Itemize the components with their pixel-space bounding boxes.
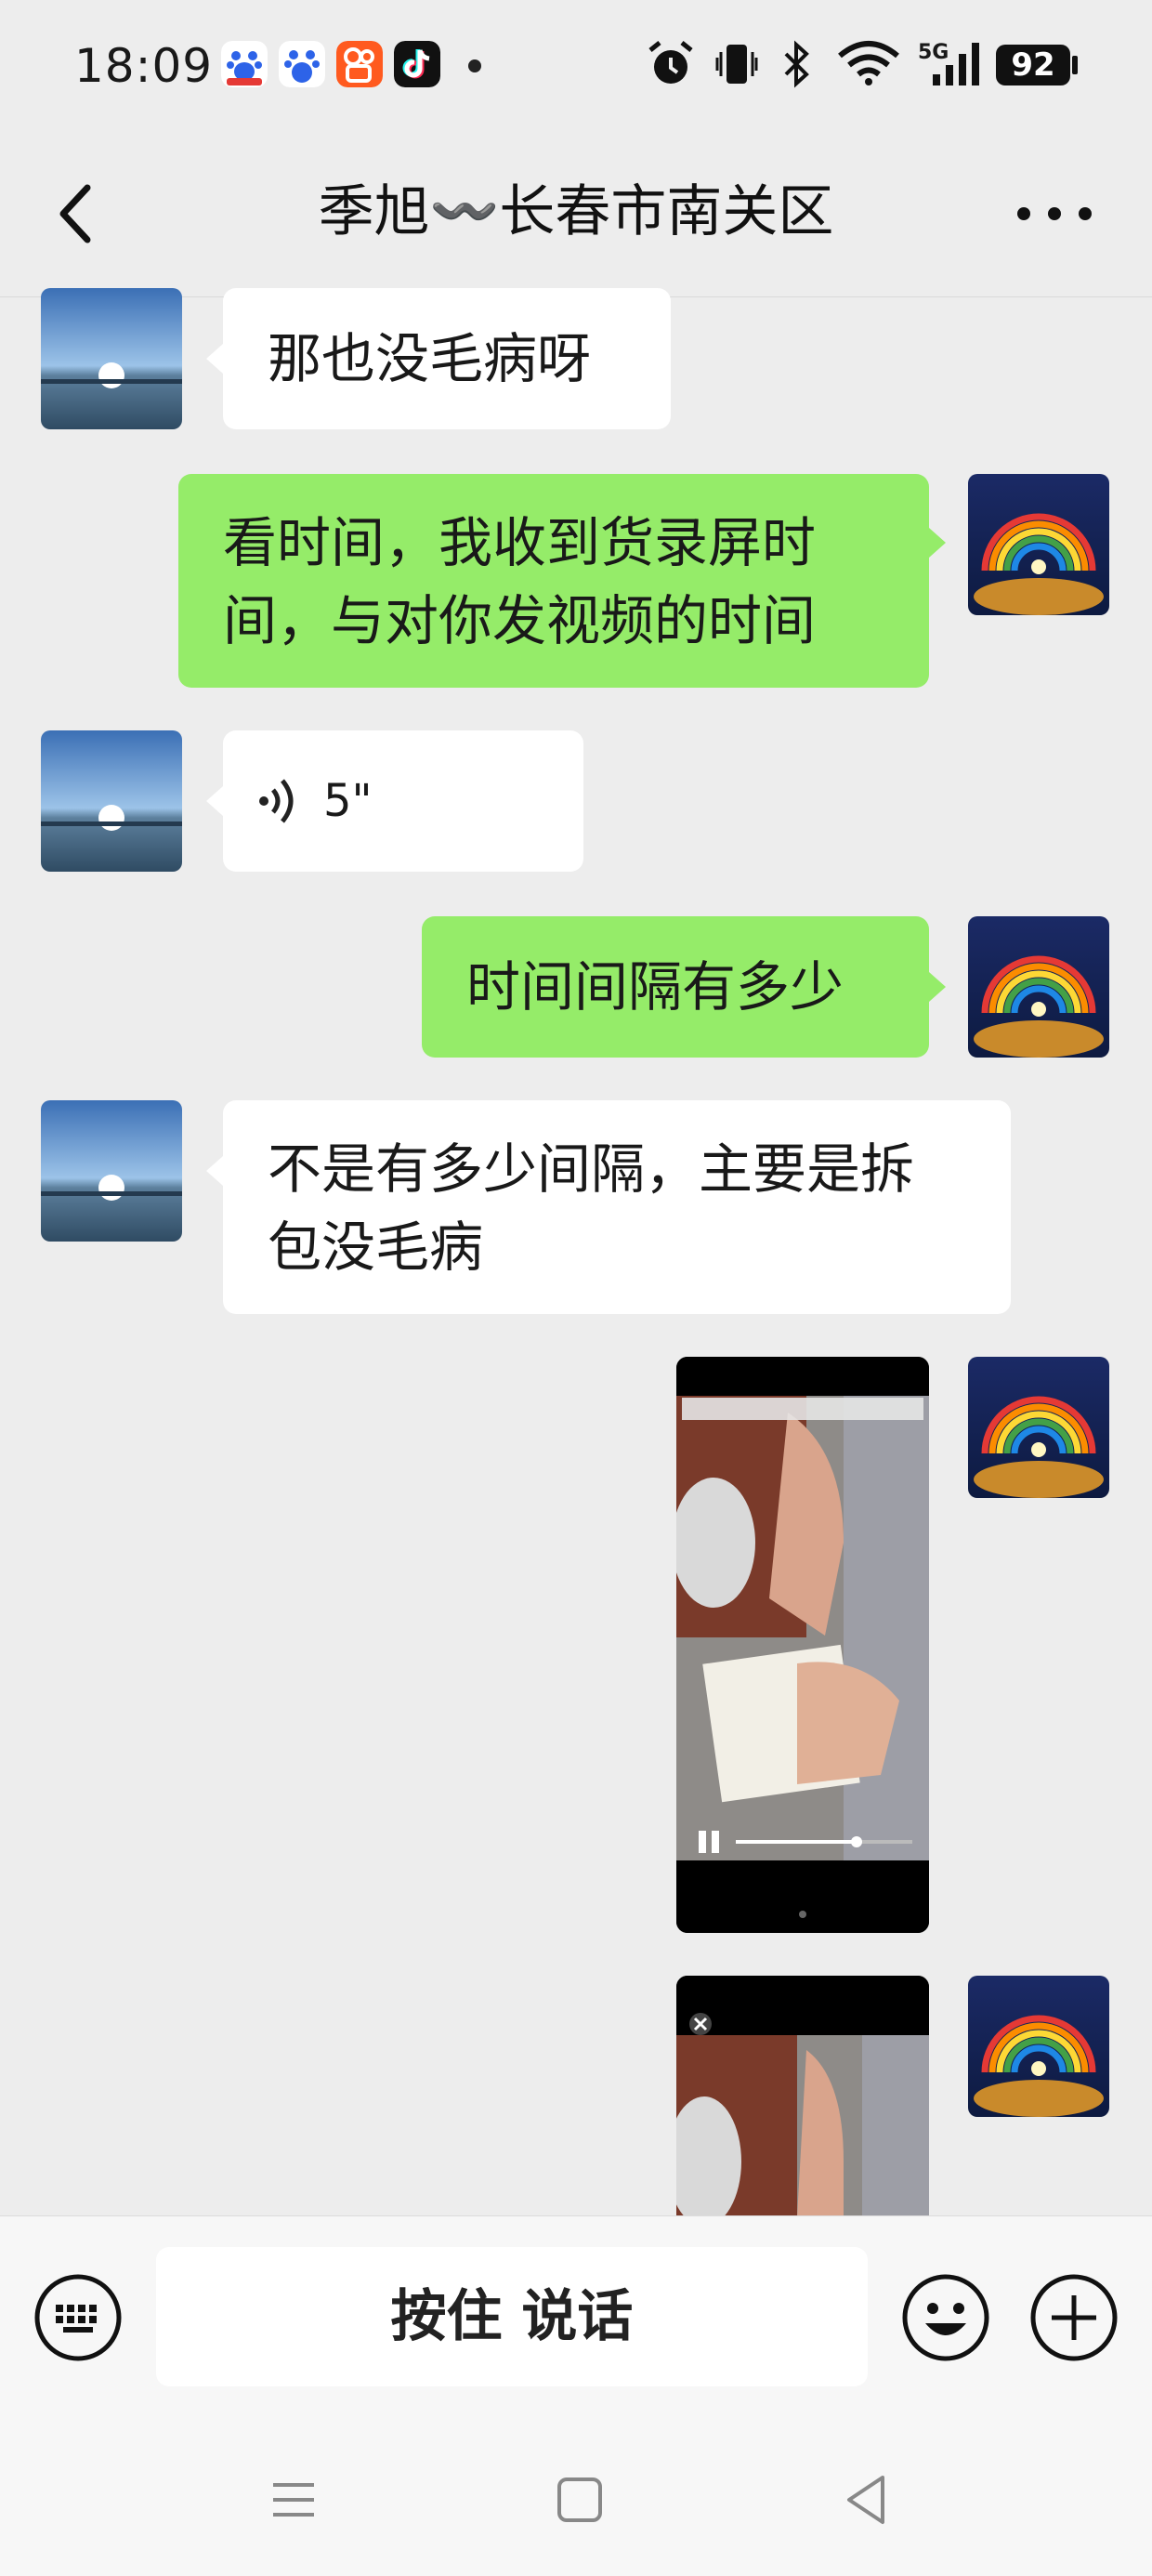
bubble-tail <box>929 528 946 558</box>
bubble-tail <box>206 1156 223 1186</box>
chevron-left-icon[interactable] <box>43 177 117 251</box>
menu-nav-icon[interactable] <box>260 2463 327 2537</box>
baidu-app-icon <box>221 41 268 87</box>
my-avatar[interactable] <box>968 1357 1109 1498</box>
contact-avatar[interactable] <box>41 288 182 429</box>
home-nav-icon[interactable] <box>546 2463 613 2537</box>
chat-title: 季旭〰️长春市南关区 <box>318 179 834 244</box>
message-line: 不是有多少间隔，主要是拆 <box>268 1137 915 1201</box>
bluetooth-icon <box>784 40 809 88</box>
signal-5g-icon <box>933 43 979 85</box>
video-message-thumbnail[interactable] <box>676 1976 929 2215</box>
notification-dot <box>468 59 481 72</box>
message-bubble-incoming[interactable]: 那也没毛病呀 <box>223 288 671 429</box>
battery-level: 92 <box>996 45 1070 85</box>
battery-tip <box>1072 56 1078 74</box>
bubble-tail <box>206 344 223 374</box>
tiktok-app-icon <box>394 41 440 87</box>
wifi-icon <box>838 41 899 85</box>
keyboard-icon[interactable] <box>33 2273 123 2362</box>
more-dots-icon[interactable] <box>1003 177 1106 251</box>
bubble-tail <box>206 786 223 816</box>
my-avatar[interactable] <box>968 916 1109 1058</box>
video-message-thumbnail[interactable] <box>676 1357 929 1933</box>
message-bubble-incoming[interactable]: 不是有多少间隔，主要是拆 包没毛病 <box>223 1100 1011 1314</box>
voice-message-bubble[interactable]: 5" <box>223 730 583 872</box>
emoji-icon[interactable] <box>901 2273 990 2362</box>
my-avatar[interactable] <box>968 1976 1109 2117</box>
plus-icon[interactable] <box>1029 2273 1119 2362</box>
message-line: 包没毛病 <box>268 1216 484 1279</box>
voice-duration: 5" <box>323 775 373 827</box>
message-bubble-outgoing[interactable]: 看时间，我收到货录屏时 间，与对你发视频的时间 <box>178 474 929 688</box>
message-line: 间，与对你发视频的时间 <box>223 589 817 652</box>
my-avatar[interactable] <box>968 474 1109 615</box>
back-nav-icon[interactable] <box>832 2463 899 2537</box>
alarm-icon <box>648 41 693 84</box>
hold-to-talk-button[interactable]: 按住 说话 <box>156 2247 868 2386</box>
vibrate-icon <box>715 45 758 84</box>
contact-avatar[interactable] <box>41 1100 182 1242</box>
message-line: 看时间，我收到货录屏时 <box>223 511 817 574</box>
contact-avatar[interactable] <box>41 730 182 872</box>
message-bubble-outgoing[interactable]: 时间间隔有多少 <box>422 916 929 1058</box>
baidu-app-icon <box>279 41 325 87</box>
status-time: 18:09 <box>74 39 214 93</box>
voice-wave-icon <box>259 779 294 823</box>
bubble-tail <box>929 972 946 1002</box>
kuaishou-app-icon <box>336 41 383 87</box>
